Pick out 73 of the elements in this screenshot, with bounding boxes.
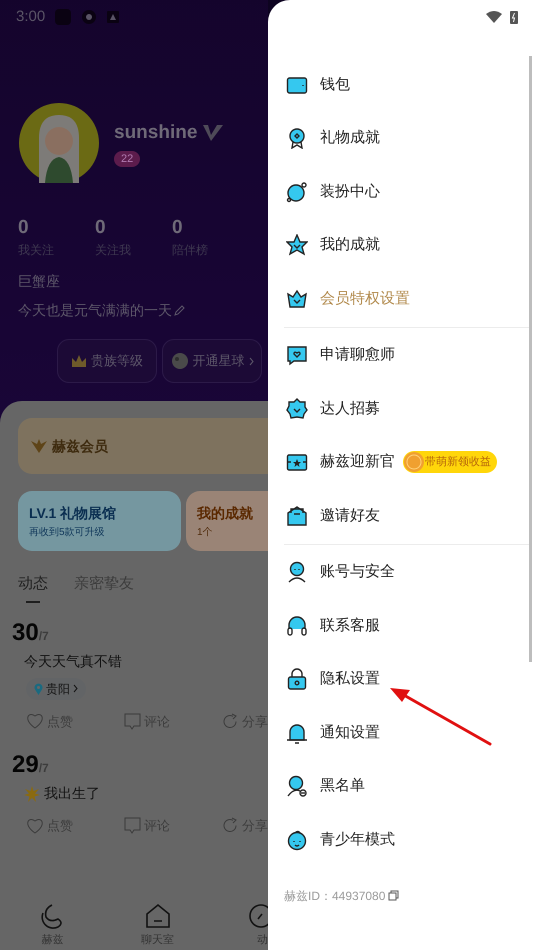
battery-icon [510,10,518,24]
crown-icon [286,288,308,310]
app-icon [107,11,120,23]
lock-icon [286,668,308,690]
username: sunshine [114,120,198,145]
share-icon [222,712,239,730]
user-id: 赫兹ID：44937080 [284,888,386,904]
level-badge: 22 [114,151,140,168]
coin-icon [403,451,425,474]
copy-icon[interactable] [388,890,400,901]
feature-card[interactable]: LV.1 礼物展馆 再收到5款可升级 [18,491,181,551]
envelope-icon [286,504,308,527]
user-icon [286,561,308,584]
badge-icon [286,398,308,420]
feature-title: 我的成就 [197,504,254,522]
house-icon [144,902,170,928]
post-text: 今天天气真不错 [24,652,122,670]
promo-badge: 带萌新领收益 [403,451,497,474]
pin-icon [34,682,43,694]
menu-item[interactable]: 装扮中心 [268,165,534,218]
menu-item[interactable]: 达人招募 [268,382,534,436]
location-tag[interactable]: 贵阳 [26,678,86,700]
menu-item[interactable]: 青少年模式 [268,813,534,866]
post-day: 30 [12,618,39,646]
comment-icon [124,712,141,730]
menu-item[interactable]: 赫兹迎新官 [268,436,395,489]
menu-item[interactable]: 申请聊愈师 [268,328,534,382]
share-icon [222,817,239,834]
heart-icon [26,713,44,730]
menu-item[interactable]: 钱包 [268,58,534,112]
edit-icon[interactable] [174,305,185,316]
planet-icon [286,180,308,203]
stat-value: 0 [172,217,184,239]
headset-icon [286,614,308,637]
user-block-icon [286,775,308,798]
member-title: 赫兹会员 [52,436,108,456]
stat-value: 0 [95,217,107,239]
feature-subtitle: 再收到5款可升级 [29,526,106,540]
bell-icon [286,722,308,744]
crown-icon [71,354,87,368]
feature-subtitle: 1个 [197,526,214,540]
profile-button[interactable]: 开通星球 [162,339,262,383]
post-text: 我出生了 [44,784,100,803]
feature-title: LV.1 礼物展馆 [29,504,118,522]
menu-item[interactable]: 账号与安全 [268,546,534,599]
v-badge-icon [201,123,226,143]
tab[interactable]: 动态 [18,573,48,602]
menu-item[interactable]: 礼物成就 [268,112,534,165]
sun-icon [24,786,40,802]
menu-item[interactable]: 通知设置 [268,706,534,760]
planet-icon [170,352,188,370]
notification-icon [55,9,72,25]
stat-value: 0 [18,217,30,239]
constellation-text: 巨蟹座 [17,272,61,291]
post-day: 29 [12,751,39,779]
wifi-icon [486,11,502,23]
chat-heart-icon [286,344,308,366]
menu-item[interactable]: 会员特权设置 [268,272,534,326]
heart-icon [26,818,44,834]
star-icon [286,234,308,256]
status-time: 3:00 [16,6,46,27]
menu-item[interactable]: 隐私设置 [268,652,534,706]
profile-button[interactable]: 贵族等级 [57,339,157,383]
baby-face-icon [286,828,308,851]
chevron-icon [73,684,78,693]
feature-card[interactable]: 我的成就 1个 [186,491,268,551]
chevron-icon [248,356,254,366]
menu-item[interactable]: 我的成就 [268,218,534,272]
menu-item[interactable]: 黑名单 [268,760,534,813]
bio-text: 今天也是元气满满的一天 [18,301,172,320]
menu-item[interactable]: 联系客服 [268,599,534,652]
menu-item[interactable]: 邀请好友 [268,489,534,542]
comment-icon [124,817,141,834]
